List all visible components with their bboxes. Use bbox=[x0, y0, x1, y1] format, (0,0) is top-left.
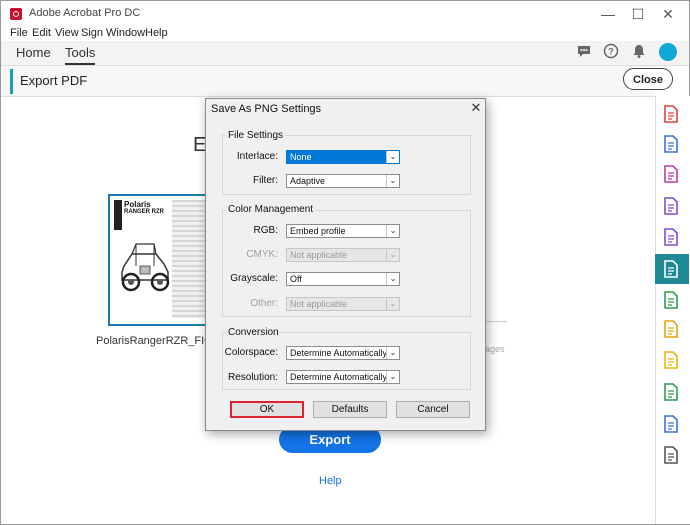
file-settings-label: File Settings bbox=[226, 130, 286, 141]
file-thumbnail[interactable]: Polaris RANGER RZR bbox=[108, 194, 210, 326]
title-bar: Adobe Acrobat Pro DC — ☐ ✕ bbox=[1, 1, 689, 27]
thumbnail-side-text bbox=[172, 200, 206, 318]
chat-icon[interactable] bbox=[575, 43, 593, 61]
close-tool-button[interactable]: Close bbox=[623, 68, 673, 90]
save-as-png-dialog: Save As PNG Settings ✕ File Settings Int… bbox=[205, 98, 486, 431]
colorspace-select[interactable]: Determine Automatically ⌄ bbox=[286, 346, 400, 360]
resolution-label: Resolution: bbox=[227, 372, 278, 383]
colorspace-value: Determine Automatically bbox=[290, 348, 388, 358]
more-tools-icon[interactable] bbox=[662, 446, 680, 464]
other-value: Not applicable bbox=[290, 299, 348, 309]
thumbnail-strip bbox=[114, 200, 122, 230]
chevron-down-icon: ⌄ bbox=[386, 225, 399, 237]
menu-window[interactable]: Window bbox=[106, 27, 145, 39]
header-accent bbox=[10, 69, 13, 94]
nav-bar: Home Tools ? bbox=[1, 41, 689, 66]
close-window-button[interactable]: ✕ bbox=[653, 4, 683, 24]
print-icon[interactable] bbox=[662, 383, 680, 401]
interlace-label: Interlace: bbox=[236, 151, 278, 162]
window-title: Adobe Acrobat Pro DC bbox=[29, 7, 141, 19]
chevron-down-icon: ⌄ bbox=[386, 298, 399, 310]
resolution-select[interactable]: Determine Automatically ⌄ bbox=[286, 370, 400, 384]
acrobat-logo-icon bbox=[10, 8, 22, 20]
fill-sign-icon[interactable] bbox=[662, 228, 680, 246]
resolution-value: Determine Automatically bbox=[290, 372, 388, 382]
colorspace-label: Colorspace: bbox=[224, 347, 278, 358]
chevron-down-icon: ⌄ bbox=[386, 371, 399, 383]
chevron-down-icon: ⌄ bbox=[386, 175, 399, 187]
tab-tools[interactable]: Tools bbox=[65, 45, 96, 65]
thumbnail-title-2: RANGER RZR bbox=[124, 209, 164, 215]
export-pdf-icon[interactable] bbox=[662, 135, 680, 153]
defaults-button[interactable]: Defaults bbox=[313, 401, 387, 418]
organize-pages-icon[interactable] bbox=[662, 165, 680, 183]
faded-option-text: ages bbox=[485, 344, 505, 354]
avatar[interactable] bbox=[659, 43, 677, 61]
menu-edit[interactable]: Edit bbox=[32, 27, 51, 39]
menu-view[interactable]: View bbox=[55, 27, 79, 39]
rgb-select[interactable]: Embed profile ⌄ bbox=[286, 224, 400, 238]
maximize-button[interactable]: ☐ bbox=[623, 4, 653, 24]
chevron-down-icon: ⌄ bbox=[386, 249, 399, 261]
create-pdf-icon[interactable] bbox=[662, 105, 680, 123]
chevron-down-icon: ⌄ bbox=[386, 151, 399, 163]
export-pdf-active-icon[interactable] bbox=[662, 260, 680, 278]
minimize-button[interactable]: — bbox=[593, 4, 623, 24]
cmyk-select: Not applicable ⌄ bbox=[286, 248, 400, 262]
help-icon[interactable]: ? bbox=[602, 43, 620, 61]
grayscale-value: Off bbox=[290, 274, 302, 284]
grayscale-select[interactable]: Off ⌄ bbox=[286, 272, 400, 286]
help-link[interactable]: Help bbox=[319, 475, 342, 487]
conversion-label: Conversion bbox=[226, 327, 281, 338]
chevron-down-icon: ⌄ bbox=[386, 273, 399, 285]
compare-icon[interactable] bbox=[662, 197, 680, 215]
edit-pdf-icon[interactable] bbox=[662, 291, 680, 309]
other-select: Not applicable ⌄ bbox=[286, 297, 400, 311]
vehicle-illustration-icon bbox=[121, 243, 170, 292]
protect-icon[interactable] bbox=[662, 415, 680, 433]
comment-icon[interactable] bbox=[662, 351, 680, 369]
dialog-close-icon[interactable]: ✕ bbox=[468, 99, 484, 117]
menu-file[interactable]: File bbox=[10, 27, 28, 39]
export-pdf-header: Export PDF bbox=[1, 66, 655, 97]
filter-value: Adaptive bbox=[290, 176, 326, 186]
menu-help[interactable]: Help bbox=[145, 27, 168, 39]
other-label: Other: bbox=[250, 298, 278, 309]
export-pdf-title: Export PDF bbox=[20, 73, 88, 88]
combine-icon[interactable] bbox=[662, 320, 680, 338]
dialog-title: Save As PNG Settings bbox=[211, 103, 322, 115]
cmyk-value: Not applicable bbox=[290, 250, 348, 260]
rgb-label: RGB: bbox=[253, 225, 278, 236]
color-management-label: Color Management bbox=[226, 204, 316, 215]
acrobat-window: Adobe Acrobat Pro DC — ☐ ✕ File Edit Vie… bbox=[0, 0, 690, 525]
divider bbox=[485, 321, 507, 322]
rgb-value: Embed profile bbox=[290, 226, 346, 236]
interlace-value: None bbox=[290, 152, 312, 162]
menu-sign[interactable]: Sign bbox=[81, 27, 103, 39]
filter-label: Filter: bbox=[253, 175, 278, 186]
tab-home[interactable]: Home bbox=[16, 45, 51, 60]
thumbnail-title-1: Polaris bbox=[124, 200, 151, 209]
filter-select[interactable]: Adaptive ⌄ bbox=[286, 174, 400, 188]
ok-button[interactable]: OK bbox=[230, 401, 304, 418]
chevron-down-icon: ⌄ bbox=[386, 347, 399, 359]
grayscale-label: Grayscale: bbox=[230, 273, 278, 284]
bell-icon[interactable] bbox=[630, 43, 648, 61]
svg-text:?: ? bbox=[608, 47, 614, 57]
interlace-select[interactable]: None ⌄ bbox=[286, 150, 400, 164]
cmyk-label: CMYK: bbox=[246, 249, 278, 260]
menu-bar: File Edit View Sign Window Help bbox=[1, 27, 689, 41]
cancel-button[interactable]: Cancel bbox=[396, 401, 470, 418]
